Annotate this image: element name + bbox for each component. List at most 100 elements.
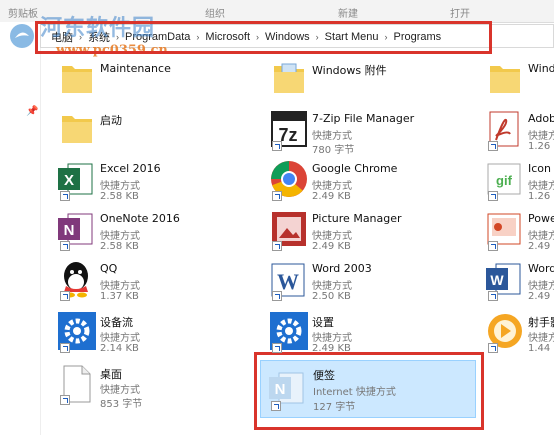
item-name: Powe...: [528, 212, 554, 225]
list-item[interactable]: N OneNote 2016 快捷方式 2.58 KB: [56, 208, 256, 258]
list-item[interactable]: Adobe... 快捷方式 1.26 ...: [484, 108, 554, 158]
item-size: 853 字节: [100, 399, 143, 410]
list-item[interactable]: W Word... 快捷方式 2.49 ...: [484, 258, 554, 308]
item-type: 快捷方式: [100, 385, 140, 396]
shortcut-arrow-icon: [488, 241, 498, 251]
item-name: Word 2003: [312, 262, 372, 275]
svg-text:W: W: [490, 272, 504, 288]
list-item[interactable]: gif Icon I... 快捷方式 1.26 ...: [484, 158, 554, 208]
shortcut-arrow-icon: [60, 291, 70, 301]
item-type: 快捷方式: [312, 333, 352, 344]
list-item[interactable]: W Word 2003 快捷方式 2.50 KB: [268, 258, 468, 308]
item-name: 便签: [313, 369, 335, 382]
list-item-selected[interactable]: N 便签 Internet 快捷方式 127 字节: [260, 360, 476, 418]
folder-icon: [490, 66, 520, 93]
item-size: 2.49 KB: [312, 241, 351, 252]
item-name: Windows...: [528, 62, 554, 75]
list-item[interactable]: Maintenance: [56, 58, 256, 108]
item-type: 快捷方式: [528, 231, 554, 242]
item-size: 1.37 KB: [100, 291, 139, 302]
shortcut-arrow-icon: [271, 401, 281, 411]
item-size: 2.58 KB: [100, 191, 139, 202]
shortcut-arrow-icon: [60, 343, 70, 353]
shortcut-arrow-icon: [488, 343, 498, 353]
shortcut-arrow-icon: [60, 241, 70, 251]
list-item[interactable]: Picture Manager 快捷方式 2.49 KB: [268, 208, 468, 258]
item-size: 2.14 KB: [100, 343, 139, 354]
item-name: Maintenance: [100, 62, 171, 75]
item-type: 快捷方式: [100, 231, 140, 242]
item-size: 2.49 ...: [528, 241, 554, 252]
item-size: 2.49 KB: [312, 191, 351, 202]
item-name: 设备流: [100, 316, 133, 329]
list-item[interactable]: 射手影... 快捷方式 1.44 ...: [484, 310, 554, 360]
item-type: 快捷方式: [312, 131, 352, 142]
list-item[interactable]: 启动: [56, 108, 256, 158]
item-size: 1.26 ...: [528, 141, 554, 152]
shortcut-arrow-icon: [488, 291, 498, 301]
item-type: 快捷方式: [312, 281, 352, 292]
item-name: Google Chrome: [312, 162, 398, 175]
folder-icon: [274, 63, 304, 93]
list-item[interactable]: Google Chrome 快捷方式 2.49 KB: [268, 158, 468, 208]
shortcut-arrow-icon: [272, 191, 282, 201]
item-type: 快捷方式: [100, 333, 140, 344]
item-type: Internet 快捷方式: [313, 387, 396, 398]
item-type: 快捷方式: [528, 181, 554, 192]
shortcut-arrow-icon: [272, 343, 282, 353]
item-type: 快捷方式: [312, 231, 352, 242]
item-size: 1.44 ...: [528, 343, 554, 354]
item-type: 快捷方式: [100, 181, 140, 192]
shortcut-arrow-icon: [60, 191, 70, 201]
ribbon-group-open[interactable]: 打开: [450, 5, 470, 20]
item-type: 快捷方式: [100, 281, 140, 292]
folder-icon: [62, 66, 92, 93]
list-item[interactable]: 设备流 快捷方式 2.14 KB: [56, 310, 256, 360]
item-type: 快捷方式: [528, 333, 554, 344]
list-item[interactable]: 桌面 快捷方式 853 字节: [56, 362, 256, 412]
item-name: Icon I...: [528, 162, 554, 175]
ribbon-group-new[interactable]: 新建: [338, 5, 358, 20]
item-name: Picture Manager: [312, 212, 402, 225]
list-item[interactable]: Windows 附件: [268, 58, 468, 108]
item-name: Word...: [528, 262, 554, 275]
svg-text:gif: gif: [496, 173, 513, 188]
shortcut-arrow-icon: [488, 141, 498, 151]
shortcut-arrow-icon: [272, 241, 282, 251]
item-size: 2.49 KB: [312, 343, 351, 354]
item-size: 780 字节: [312, 145, 355, 156]
item-type: 快捷方式: [312, 181, 352, 192]
item-name: 7-Zip File Manager: [312, 112, 415, 125]
shortcut-arrow-icon: [272, 141, 282, 151]
item-type: 快捷方式: [528, 131, 554, 142]
list-item[interactable]: Windows...: [484, 58, 554, 108]
item-name: Windows 附件: [312, 64, 387, 77]
svg-text:N: N: [64, 222, 75, 239]
list-item[interactable]: 7z 7-Zip File Manager 快捷方式 780 字节: [268, 108, 468, 158]
list-item[interactable]: QQ 快捷方式 1.37 KB: [56, 258, 256, 308]
list-item[interactable]: X Excel 2016 快捷方式 2.58 KB: [56, 158, 256, 208]
highlight-box-address: [35, 21, 492, 54]
item-name: 启动: [100, 114, 122, 127]
svg-text:N: N: [275, 381, 286, 398]
folder-icon: [62, 116, 92, 143]
list-item[interactable]: Powe... 快捷方式 2.49 ...: [484, 208, 554, 258]
item-size: 2.58 KB: [100, 241, 139, 252]
navigation-pane[interactable]: 📌: [0, 22, 41, 435]
item-size: 127 字节: [313, 402, 356, 413]
shortcut-arrow-icon: [272, 291, 282, 301]
item-size: 1.26 ...: [528, 191, 554, 202]
pin-icon[interactable]: 📌: [26, 106, 38, 117]
item-name: 射手影...: [528, 316, 554, 329]
item-name: Adobe...: [528, 112, 554, 125]
svg-text:X: X: [64, 172, 74, 189]
list-item[interactable]: 设置 快捷方式 2.49 KB: [268, 310, 468, 360]
item-size: 2.49 ...: [528, 291, 554, 302]
item-name: Excel 2016: [100, 162, 161, 175]
item-type: 快捷方式: [528, 281, 554, 292]
item-size: 2.50 KB: [312, 291, 351, 302]
watermark-logo-icon: [10, 24, 34, 48]
shortcut-arrow-icon: [60, 395, 70, 405]
item-name: QQ: [100, 262, 118, 275]
shortcut-arrow-icon: [488, 191, 498, 201]
